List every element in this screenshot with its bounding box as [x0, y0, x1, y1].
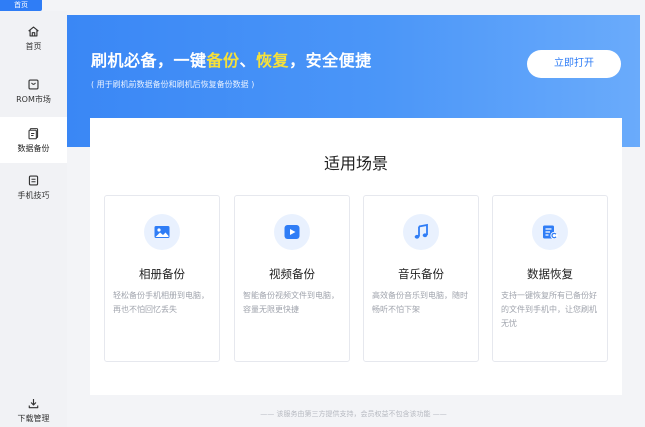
card-title: 音乐备份	[398, 267, 444, 281]
top-tab[interactable]: 首页	[0, 0, 42, 11]
card-description: 支持一键恢复所有已备份好的文件到手机中，让您刷机无忧	[501, 291, 597, 328]
sidebar-item-label: 下载管理	[17, 413, 50, 423]
sidebar-item-label: 首页	[25, 41, 42, 51]
card-photo-backup[interactable]: 相册备份 轻松备份手机相册到电脑，再也不怕回忆丢失	[104, 195, 220, 362]
hero-subtitle: ( 用于刷机前数据备份和刷机后恢复备份数据 )	[91, 80, 255, 89]
sidebar-item-phone-tips[interactable]: 手机技巧	[0, 164, 67, 210]
card-description: 智能备份视频文件到电脑，容量无限更快捷	[243, 291, 339, 314]
sidebar: 首页 ROM市场 数据备份 手机技巧 下载管理	[0, 11, 67, 427]
sidebar-item-rom-market[interactable]: ROM市场	[0, 68, 67, 114]
card-description: 轻松备份手机相册到电脑，再也不怕回忆丢失	[113, 291, 209, 314]
card-data-restore[interactable]: 数据恢复 支持一键恢复所有已备份好的文件到手机中，让您刷机无忧	[492, 195, 608, 362]
sidebar-item-label: ROM市场	[16, 94, 51, 104]
hero-title: 刷机必备，一键备份、恢复，安全便捷	[91, 51, 372, 70]
backup-icon	[28, 127, 39, 139]
card-title: 相册备份	[139, 267, 185, 281]
card-title: 视频备份	[269, 267, 315, 281]
card-music-backup[interactable]: 音乐备份 高效备份音乐到电脑，随时畅听不怕下架	[363, 195, 479, 362]
open-now-button[interactable]: 立即打开	[527, 50, 621, 78]
sidebar-item-home[interactable]: 首页	[0, 15, 67, 61]
photo-icon	[144, 214, 180, 250]
main-content: 刷机必备，一键备份、恢复，安全便捷 ( 用于刷机前数据备份和刷机后恢复备份数据 …	[67, 15, 640, 427]
scenarios-panel: 适用场景 相册备份 轻松备份手机相册到电脑，再也不怕回忆丢失 视频备份 智能备份…	[90, 118, 622, 395]
sidebar-item-download-manager[interactable]: 下载管理	[0, 387, 67, 427]
home-icon	[28, 25, 39, 37]
sidebar-item-label: 手机技巧	[17, 190, 50, 200]
card-title: 数据恢复	[527, 267, 573, 281]
card-description: 高效备份音乐到电脑，随时畅听不怕下架	[372, 291, 468, 314]
sidebar-item-data-backup[interactable]: 数据备份	[0, 117, 67, 163]
music-icon	[403, 214, 439, 250]
footer-note: —— 该服务由第三方提供支持，会员权益不包含该功能 ——	[260, 410, 447, 418]
tips-icon	[28, 174, 39, 186]
video-icon	[274, 214, 310, 250]
panel-title: 适用场景	[323, 154, 388, 173]
download-icon	[28, 398, 39, 408]
sidebar-item-label: 数据备份	[17, 143, 50, 153]
card-video-backup[interactable]: 视频备份 智能备份视频文件到电脑，容量无限更快捷	[234, 195, 350, 362]
data-restore-icon	[532, 214, 568, 250]
rom-market-icon	[28, 78, 39, 90]
